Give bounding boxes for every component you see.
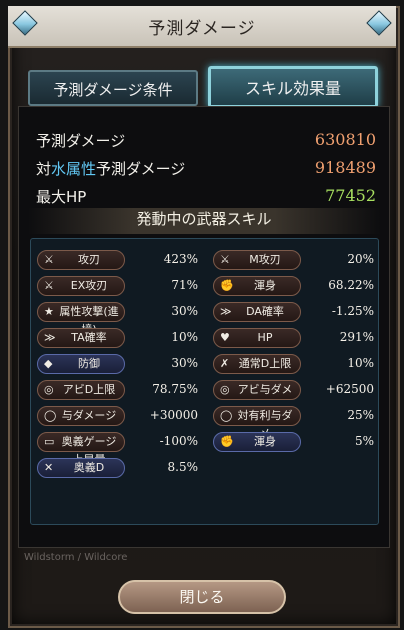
predicted-damage-row: 予測ダメージ 630810 <box>36 130 376 154</box>
ability-icon: ◎ <box>220 383 230 396</box>
skill-pill: ⚔ EX攻刃 <box>37 276 125 296</box>
skill-label: DA確率 <box>246 305 284 318</box>
dialog-titlebar: 予測ダメージ <box>8 6 396 48</box>
skill-value: -1.25% <box>331 304 374 318</box>
ring-icon: ◯ <box>44 409 57 422</box>
normal-attack-icon: ✗ <box>220 357 230 370</box>
skill-pill: ✊ 渾身 <box>213 276 301 296</box>
skill-pill: ▭奥義ゲージ上昇量 <box>37 432 125 466</box>
close-button[interactable]: 閉じる <box>118 580 286 614</box>
skill-value: 30% <box>171 304 198 318</box>
skill-value: 423% <box>163 252 198 266</box>
skill-label: 防御 <box>78 357 100 370</box>
skill-value: 78.75% <box>152 382 198 396</box>
skill-label: M攻刃 <box>249 253 281 266</box>
ring-icon: ◯ <box>220 409 233 422</box>
sword-icon: ⚔ <box>44 279 54 292</box>
gauge-icon: ▭ <box>44 435 55 448</box>
skill-value: 30% <box>171 356 198 370</box>
arm-icon: ✊ <box>220 435 234 448</box>
weapon-skill-list: ⚔ 攻刃 423% ⚔ EX攻刃 71% ★属性攻撃(進境) 30% ≫ TA確率 10% ◆ 防御 30… <box>30 238 379 525</box>
skill-pill: ≫ DA確率 <box>213 302 301 322</box>
sword-icon: ⚔ <box>44 253 54 266</box>
skill-label: TA確率 <box>71 331 107 344</box>
skill-value: 10% <box>171 330 198 344</box>
skill-pill: ◎ アビ与ダメ <box>213 380 301 400</box>
skill-value: +62500 <box>325 382 374 396</box>
skill-label: 渾身 <box>254 279 276 292</box>
dialog-title: 予測ダメージ <box>148 19 256 39</box>
skill-label: アビ与ダメ <box>237 383 293 396</box>
shield-icon: ◆ <box>44 357 53 370</box>
element-damage-row: 対水属性予測ダメージ 918489 <box>36 158 376 182</box>
skill-label: HP <box>257 331 273 344</box>
tab-damage-conditions[interactable]: 予測ダメージ条件 <box>28 70 198 106</box>
skill-pill: ★属性攻撃(進境) <box>37 302 125 336</box>
skill-pill: ♥ HP <box>213 328 301 348</box>
skill-value: 5% <box>354 434 374 448</box>
skill-value: -100% <box>159 434 198 448</box>
skill-pill: ◯ 与ダメージ <box>37 406 125 426</box>
skill-value: 71% <box>171 278 198 292</box>
cross-swords-icon: ✕ <box>44 461 54 474</box>
predicted-damage-label: 予測ダメージ <box>36 132 126 150</box>
skill-value: 25% <box>347 408 374 422</box>
background-text: Wildstorm / Wildcore <box>24 552 128 563</box>
tab-skill-effects[interactable]: スキル効果量 <box>208 66 378 108</box>
skill-label: 通常D上限 <box>238 357 292 370</box>
skill-value: 10% <box>347 356 374 370</box>
max-hp-label: 最大HP <box>36 188 87 206</box>
max-hp-row: 最大HP 77452 <box>36 186 376 210</box>
max-hp-value: 77452 <box>325 186 376 205</box>
slash-icon: ≫ <box>44 331 56 344</box>
skill-pill: ◎ アビD上限 <box>37 380 125 400</box>
skill-pill: ✗ 通常D上限 <box>213 354 301 374</box>
skill-pill: ✊ 渾身 <box>213 432 301 452</box>
skill-label: EX攻刃 <box>70 279 108 292</box>
skill-pill: ⚔ 攻刃 <box>37 250 125 270</box>
predicted-damage-value: 630810 <box>314 130 376 149</box>
skill-pill: ≫ TA確率 <box>37 328 125 348</box>
skill-value: +30000 <box>149 408 198 422</box>
skill-label: 与ダメージ <box>61 409 117 422</box>
star-icon: ★ <box>44 305 54 318</box>
skill-pill: ✕ 奥義D <box>37 458 125 478</box>
arm-icon: ✊ <box>220 279 234 292</box>
slash-icon: ≫ <box>220 305 232 318</box>
skill-pill: ◆ 防御 <box>37 354 125 374</box>
sword-icon: ⚔ <box>220 253 230 266</box>
element-damage-value: 918489 <box>314 158 376 177</box>
ability-icon: ◎ <box>44 383 54 396</box>
skill-value: 291% <box>339 330 374 344</box>
skill-label: アビD上限 <box>62 383 116 396</box>
heart-icon: ♥ <box>220 331 230 344</box>
skill-label: 奥義D <box>73 461 105 474</box>
skill-label: 渾身 <box>254 435 276 448</box>
skill-value: 20% <box>347 252 374 266</box>
section-title: 発動中の武器スキル <box>28 208 380 234</box>
element-damage-label: 対水属性予測ダメージ <box>36 160 186 178</box>
skill-label: 攻刃 <box>78 253 100 266</box>
skill-pill: ◯対有利与ダメ <box>213 406 301 440</box>
skill-value: 68.22% <box>328 278 374 292</box>
skill-value: 8.5% <box>167 460 199 474</box>
skill-pill: ⚔ M攻刃 <box>213 250 301 270</box>
